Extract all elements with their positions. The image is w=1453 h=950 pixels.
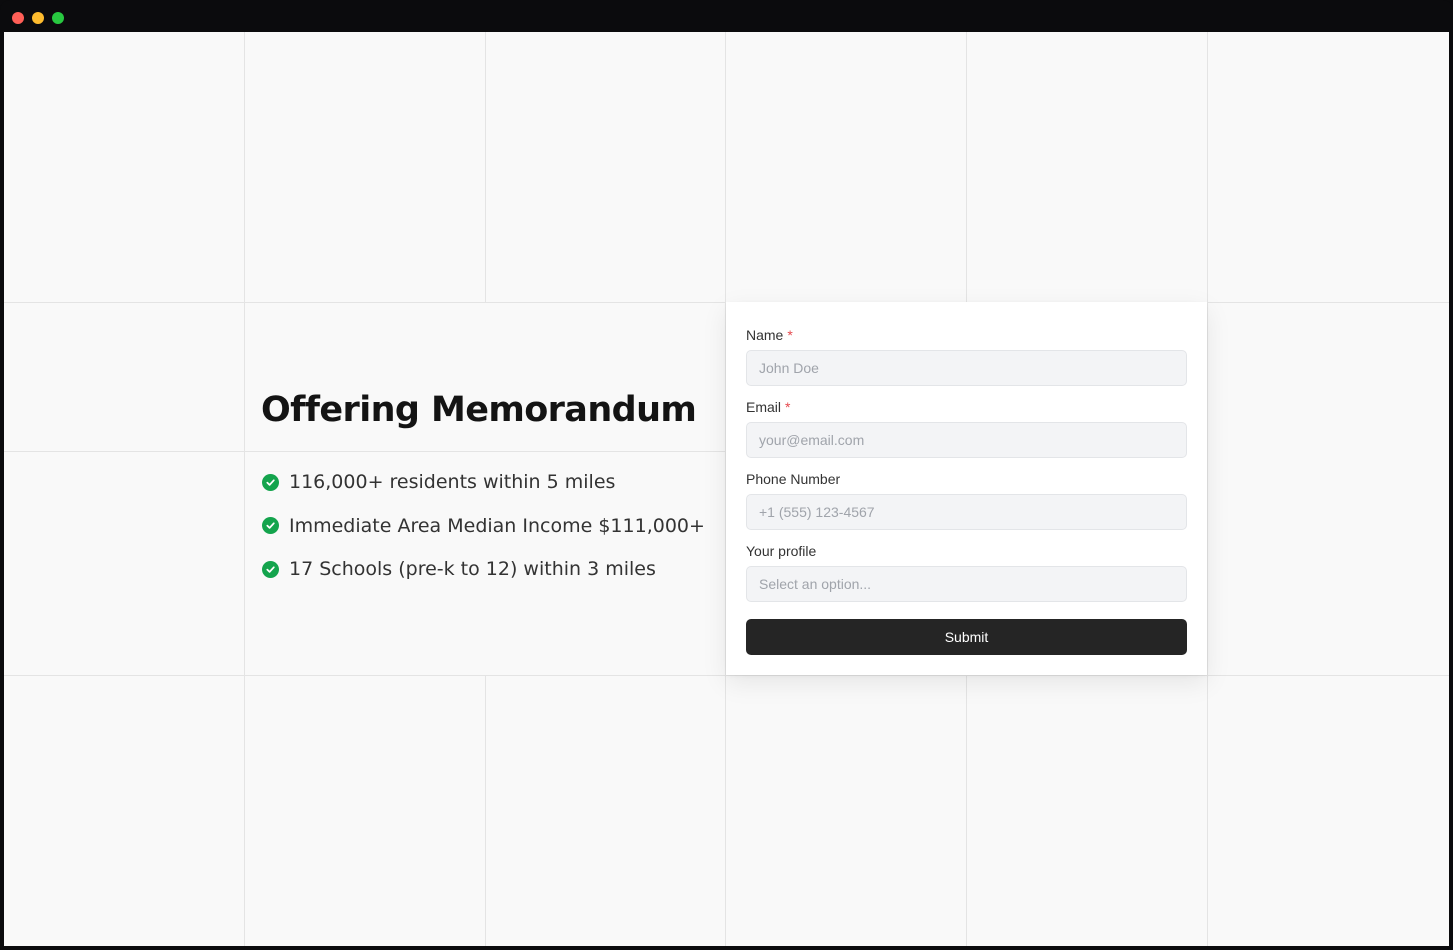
grid-line (4, 451, 245, 452)
name-label-text: Name (746, 327, 784, 343)
phone-field-group: Phone Number (746, 469, 1187, 530)
profile-select[interactable]: Select an option... (746, 566, 1187, 602)
phone-label: Phone Number (746, 471, 841, 487)
profile-field-group: Your profile Select an option... (746, 541, 1187, 602)
grid-line (244, 32, 245, 946)
grid-line (966, 675, 967, 946)
maximize-window-button[interactable] (52, 12, 64, 24)
page-title: Offering Memorandum (261, 390, 697, 430)
phone-input[interactable] (746, 494, 1187, 530)
name-input[interactable] (746, 350, 1187, 386)
list-item: 116,000+ residents within 5 miles (262, 469, 705, 495)
required-marker: * (787, 327, 793, 343)
grid-line (485, 675, 486, 946)
grid-line (966, 32, 967, 302)
close-window-button[interactable] (12, 12, 24, 24)
page-viewport: Offering Memorandum 116,000+ residents w… (4, 32, 1449, 946)
check-circle-icon (262, 560, 279, 578)
grid-line (1207, 32, 1208, 946)
submit-button[interactable]: Submit (746, 619, 1187, 655)
list-item: 17 Schools (pre-k to 12) within 3 miles (262, 556, 705, 582)
lead-form: Name* Email* Phone Number Your profile S… (726, 302, 1207, 675)
check-circle-icon (262, 517, 279, 534)
profile-label: Your profile (746, 543, 817, 559)
feature-text: 17 Schools (pre-k to 12) within 3 miles (289, 558, 656, 580)
email-input[interactable] (746, 422, 1187, 458)
email-field-group: Email * (746, 397, 1187, 458)
browser-window: Offering Memorandum 116,000+ residents w… (0, 0, 1453, 950)
feature-list: 116,000+ residents within 5 miles Immedi… (262, 469, 705, 600)
grid-line (4, 675, 1449, 676)
minimize-window-button[interactable] (32, 12, 44, 24)
grid-line (485, 32, 486, 302)
check-circle-icon (262, 473, 279, 491)
email-label: Email * (746, 397, 1187, 417)
name-label: Name * (746, 325, 1187, 345)
feature-text: Immediate Area Median Income $111,000+ (289, 514, 705, 537)
window-titlebar (0, 0, 1453, 32)
name-field-group: Name * (746, 325, 1187, 386)
grid-line (245, 451, 726, 452)
list-item: Immediate Area Median Income $111,000+ (262, 513, 705, 539)
email-label-text: Email (746, 399, 782, 415)
feature-text: 116,000+ residents within 5 miles (289, 471, 616, 493)
required-marker: * (785, 399, 791, 415)
